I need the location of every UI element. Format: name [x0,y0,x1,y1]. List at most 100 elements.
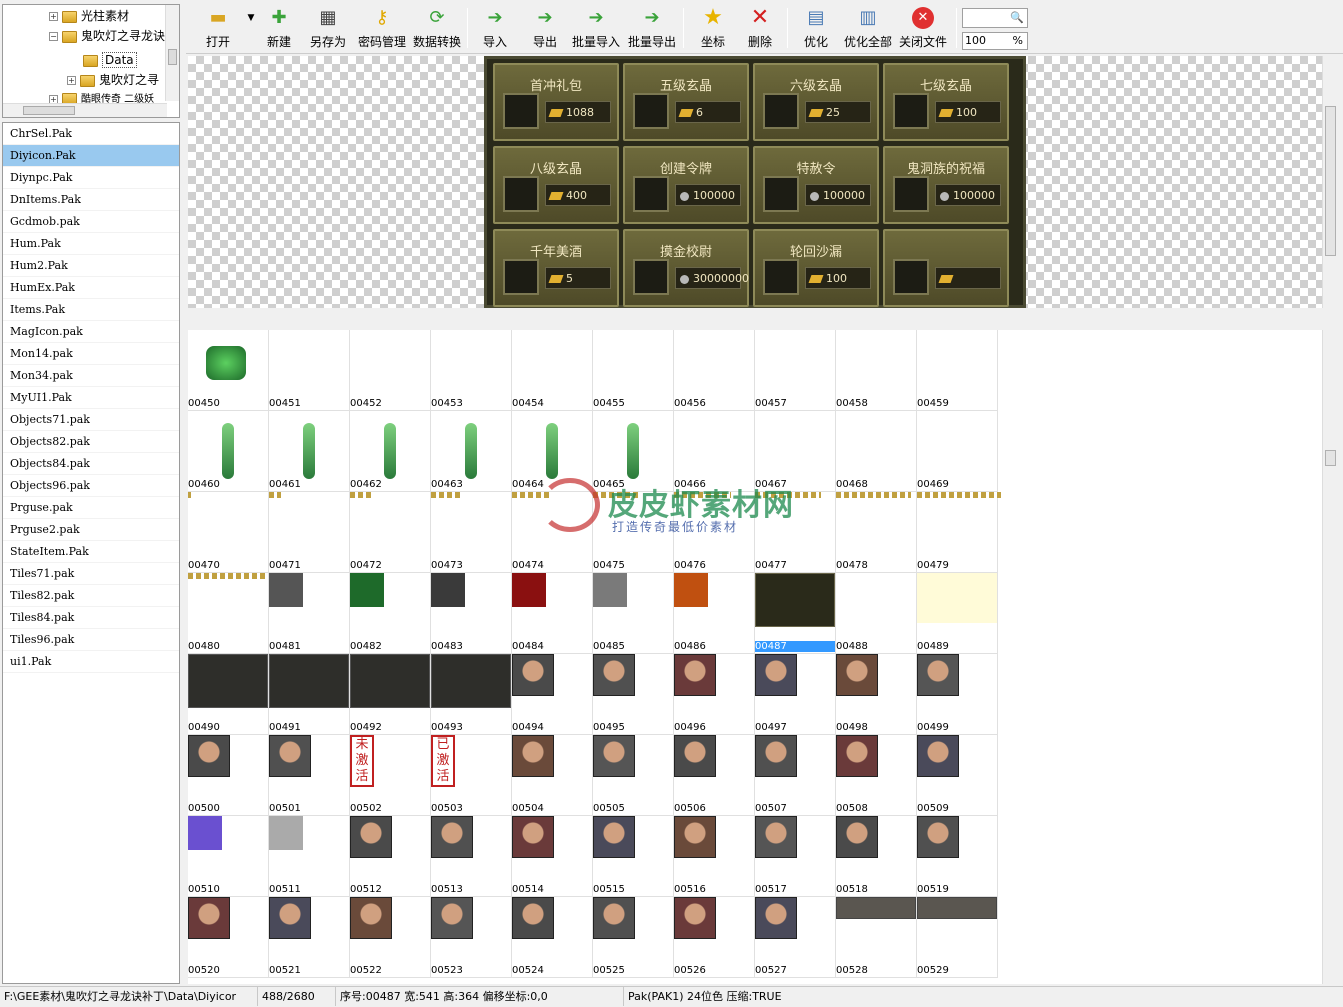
thumbnail-cell[interactable]: 00454 [512,330,593,411]
folder-tree[interactable]: + 光柱素材 − 鬼吹灯之寻龙诀 Data + 鬼吹灯之寻 + 酷眼传奇 二级妖 [2,4,180,118]
file-item[interactable]: Objects82.pak [3,431,179,453]
thumbnail-cell[interactable]: 00494 [512,654,593,735]
batch-import-button[interactable]: ➔ 批量导入 [572,4,620,52]
thumbnail-cell[interactable]: 00516 [674,816,755,897]
file-item[interactable]: Tiles71.pak [3,563,179,585]
thumbnail-cell[interactable]: 00506 [674,735,755,816]
thumbnail-cell[interactable]: 00495 [593,654,674,735]
password-manage-button[interactable]: ⚷ 密码管理 [356,4,408,52]
file-item[interactable]: Diyicon.Pak [3,145,179,167]
file-item[interactable]: ui1.Pak [3,651,179,673]
thumbnail-cell[interactable]: 00521 [269,897,350,978]
thumbnail-cell[interactable]: 已激活 00503 [431,735,512,816]
batch-export-button[interactable]: ➔ 批量导出 [628,4,676,52]
file-item[interactable]: MyUI1.Pak [3,387,179,409]
tree-node-1[interactable]: − 鬼吹灯之寻龙诀 [49,27,165,45]
tree-node-3[interactable]: + 鬼吹灯之寻 [67,71,159,89]
thumbnail-grid[interactable]: 00450 00451 00452 00453 00454 00455 00456 00457… [188,330,1322,984]
search-input[interactable]: 🔍 [962,8,1028,28]
search-icon[interactable]: 🔍 [1010,11,1024,24]
file-item[interactable]: Prguse.pak [3,497,179,519]
thumbnail-cell[interactable]: 00526 [674,897,755,978]
tree-vertical-scrollbar[interactable] [165,5,179,101]
thumbnail-cell[interactable]: 00510 [188,816,269,897]
file-item[interactable]: Items.Pak [3,299,179,321]
thumbnail-cell[interactable]: 00496 [674,654,755,735]
new-button[interactable]: ✚ 新建 [262,4,296,52]
thumbnail-cell[interactable]: 00490 [188,654,269,735]
file-item[interactable]: Tiles96.pak [3,629,179,651]
thumbnail-cell[interactable]: 00474 [512,492,593,573]
thumbnail-cell[interactable]: 00481 [269,573,350,654]
file-item[interactable]: Diynpc.Pak [3,167,179,189]
thumbnail-cell[interactable]: 00520 [188,897,269,978]
thumbnail-cell[interactable]: 00462 [350,411,431,492]
thumbnail-cell[interactable]: 未激活 00502 [350,735,431,816]
file-item[interactable]: Prguse2.pak [3,519,179,541]
thumbnail-cell[interactable]: 00498 [836,654,917,735]
thumbnail-cell[interactable]: 00450 [188,330,269,411]
collapse-icon[interactable]: − [49,32,58,41]
image-preview[interactable]: 首冲礼包 1088 五级玄晶 6 六级玄晶 25 七级玄晶 100 八级玄晶 400 创建令牌 100… [188,56,1322,308]
thumbnail-cell[interactable]: 00453 [431,330,512,411]
expand-icon[interactable]: + [67,76,76,85]
thumbnail-cell[interactable]: 00488 [836,573,917,654]
thumbnail-cell[interactable]: 00528 [836,897,917,978]
zoom-input[interactable]: 100 % [962,32,1028,50]
pak-file-list[interactable]: ChrSel.Pak Diyicon.Pak Diynpc.Pak DnItems.P… [2,122,180,984]
file-item[interactable]: Tiles84.pak [3,607,179,629]
file-item[interactable]: Hum2.Pak [3,255,179,277]
thumbnail-cell[interactable]: 00466 [674,411,755,492]
thumbnail-cell[interactable]: 00463 [431,411,512,492]
preview-vertical-scrollbar[interactable] [1322,56,1338,308]
file-item[interactable]: Mon14.pak [3,343,179,365]
thumbnail-cell[interactable]: 00501 [269,735,350,816]
optimize-button[interactable]: ▤ 优化 [802,4,830,52]
expand-icon[interactable]: + [49,12,58,21]
thumbnail-cell[interactable]: 00471 [269,492,350,573]
thumbnail-cell[interactable]: 00479 [917,492,1001,573]
thumbnail-cell[interactable]: 00507 [755,735,836,816]
thumbnail-cell[interactable]: 00460 [188,411,269,492]
file-item[interactable]: MagIcon.pak [3,321,179,343]
thumbnail-cell[interactable]: 00470 [188,492,269,573]
thumbnail-cell[interactable]: 00475 [593,492,674,573]
thumbnail-cell[interactable]: 00483 [431,573,512,654]
file-item[interactable]: Mon34.pak [3,365,179,387]
file-item[interactable]: Tiles82.pak [3,585,179,607]
thumbnail-cell[interactable]: 00511 [269,816,350,897]
preview-horizontal-scrollbar[interactable] [188,310,1322,324]
thumbnail-cell[interactable]: 00464 [512,411,593,492]
open-button[interactable]: ▬ 打开 [200,4,236,52]
optimize-all-button[interactable]: ▥ 优化全部 [842,4,894,52]
thumbnail-cell[interactable]: 00485 [593,573,674,654]
thumbnail-cell[interactable]: 00465 [593,411,674,492]
scroll-thumb[interactable] [1325,450,1336,466]
thumbnail-cell[interactable]: 00455 [593,330,674,411]
thumbnail-cell[interactable]: 00456 [674,330,755,411]
thumbnail-cell[interactable]: 00513 [431,816,512,897]
tree-node-0[interactable]: + 光柱素材 [49,7,129,25]
thumbnail-cell[interactable]: 00522 [350,897,431,978]
file-item[interactable]: DnItems.Pak [3,189,179,211]
thumbnail-cell[interactable]: 00486 [674,573,755,654]
scroll-thumb[interactable] [23,106,75,115]
thumbnail-cell[interactable]: 00468 [836,411,917,492]
thumbnail-cell[interactable]: 00497 [755,654,836,735]
thumbnail-cell[interactable]: 00480 [188,573,269,654]
thumbnail-cell[interactable]: 00508 [836,735,917,816]
thumbnail-cell[interactable]: 00514 [512,816,593,897]
thumbnail-cell[interactable]: 00473 [431,492,512,573]
file-item[interactable]: Objects96.pak [3,475,179,497]
open-dropdown-button[interactable]: ▼ [240,4,255,52]
thumbnail-cell[interactable]: 00484 [512,573,593,654]
thumbnail-cell[interactable]: 00504 [512,735,593,816]
thumbnail-cell[interactable]: 00457 [755,330,836,411]
thumbnail-cell[interactable]: 00524 [512,897,593,978]
thumbnail-cell[interactable]: 00492 [350,654,431,735]
thumbnail-cell[interactable]: 00527 [755,897,836,978]
thumbnail-cell[interactable]: 00459 [917,330,998,411]
close-file-button[interactable]: ✕ 关闭文件 [898,4,948,52]
thumbnail-cell[interactable]: 00477 [755,492,836,573]
thumbnail-cell[interactable]: 00478 [836,492,917,573]
